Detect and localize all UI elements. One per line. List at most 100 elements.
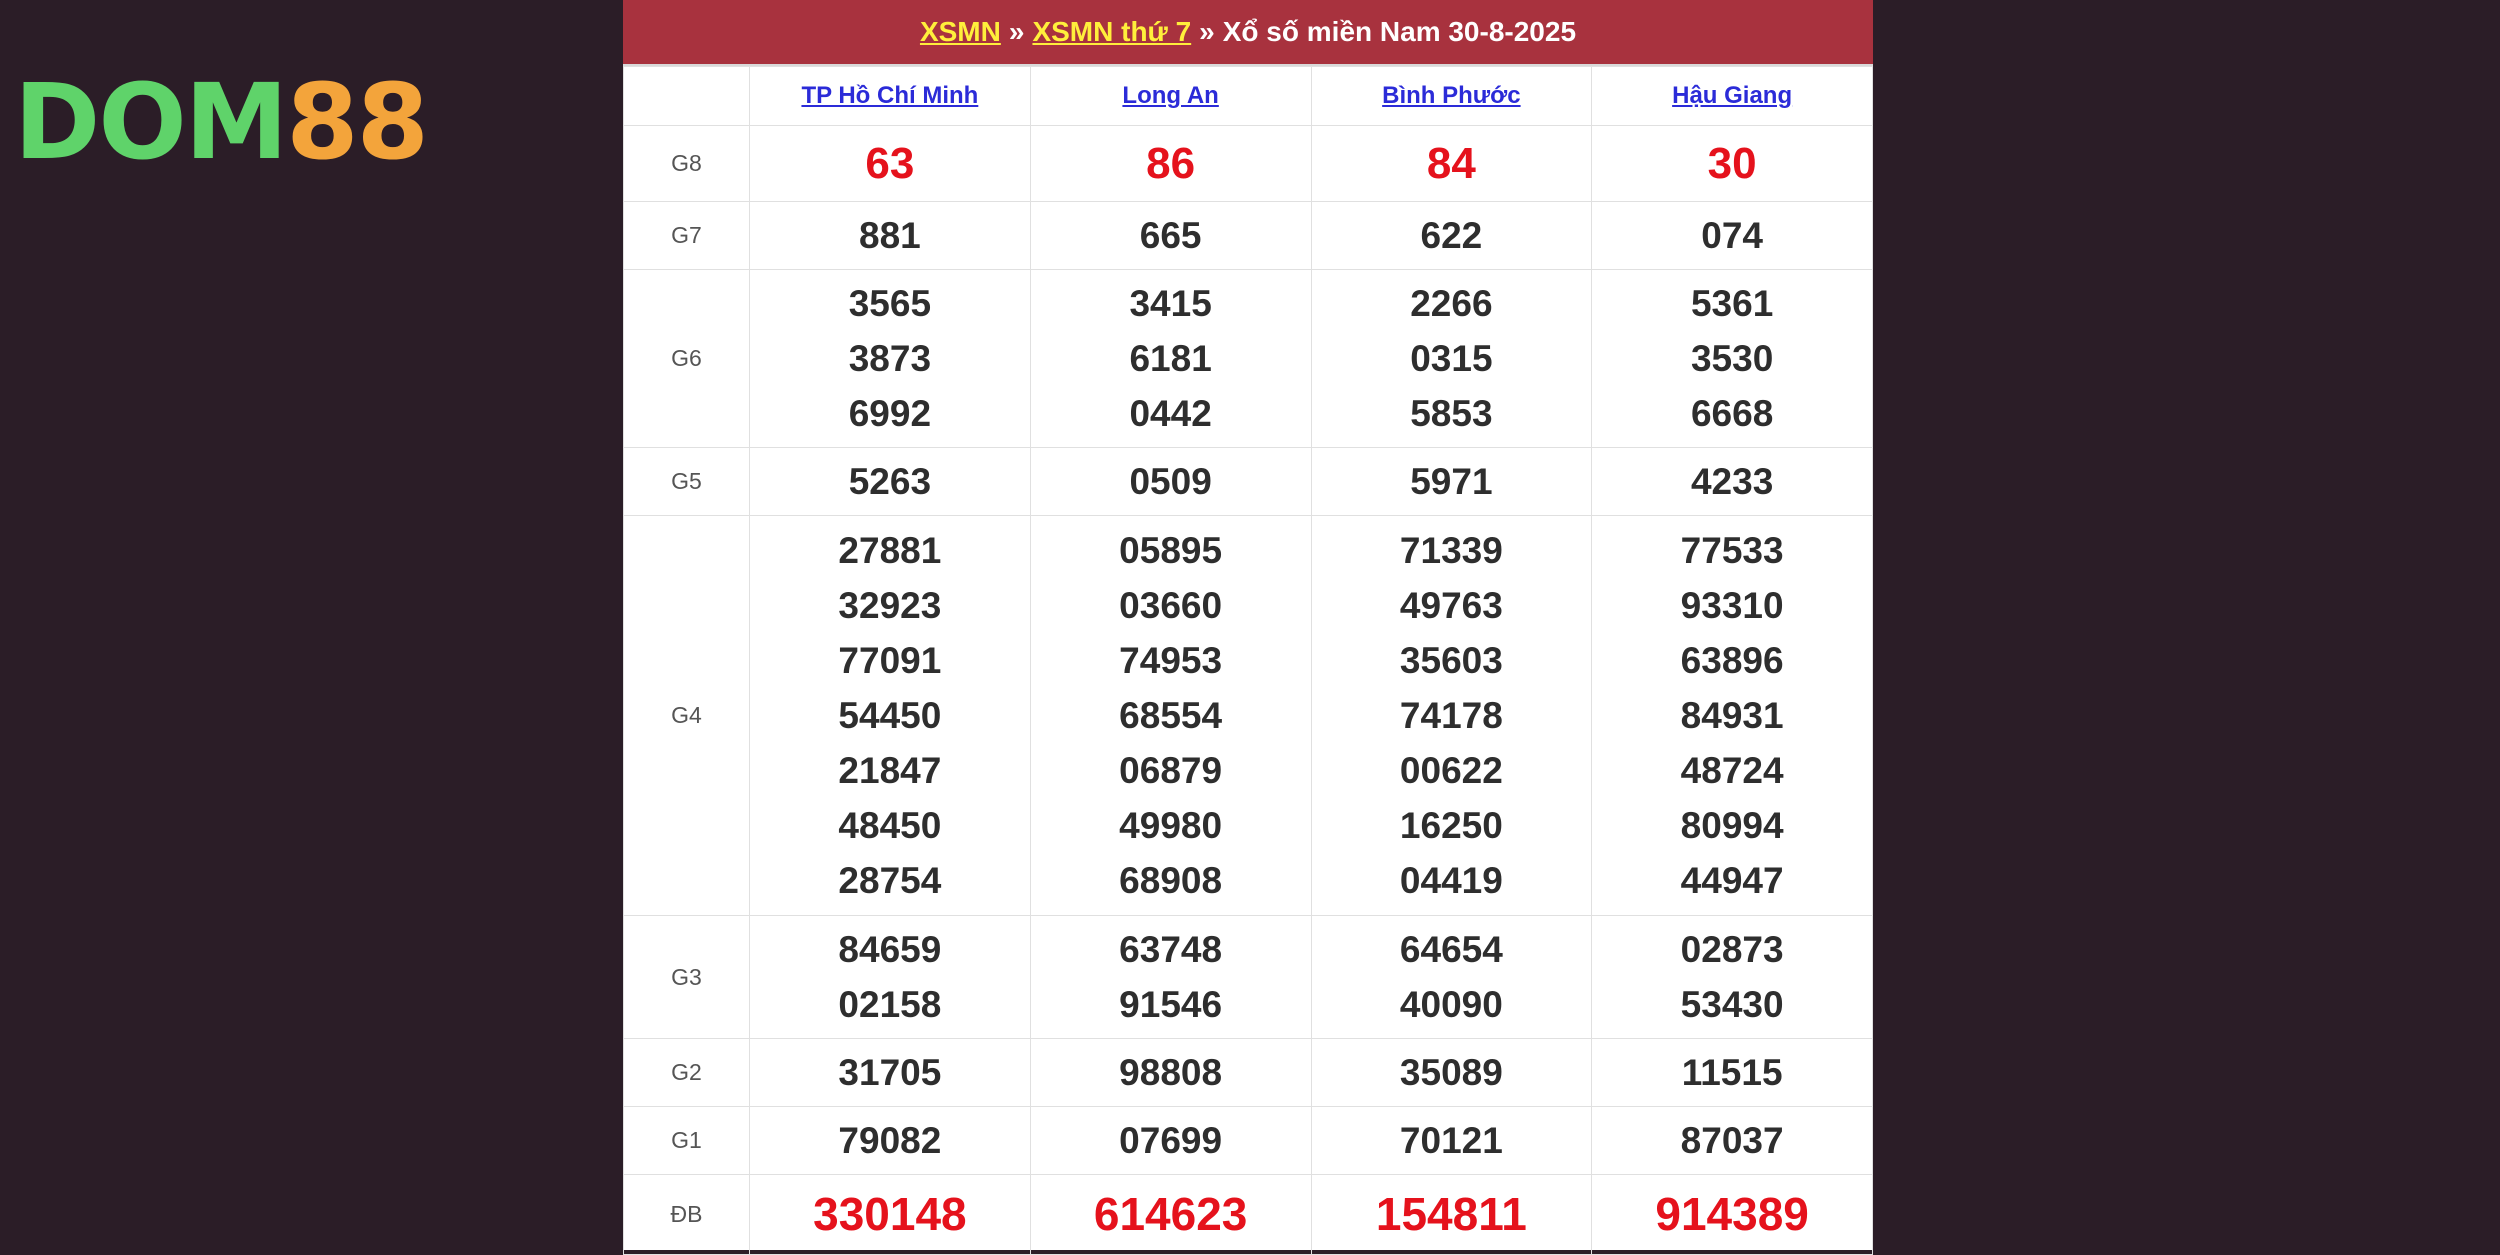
prize-number: 31705 [838, 1052, 942, 1093]
results-header: XSMN » XSMN thứ 7 » Xổ số miền Nam 30-8-… [623, 0, 1873, 66]
prize-number: 91546 [1119, 984, 1223, 1025]
prize-number: 074 [1701, 215, 1763, 256]
prize-cell: 63748 91546 [1029, 915, 1312, 1039]
prize-number: 00622 [1399, 750, 1503, 791]
prize-number: 4233 [1690, 461, 1774, 502]
prize-number: 68554 [1119, 695, 1223, 736]
prize-number: 5971 [1410, 461, 1493, 502]
prize-number: 0442 [1129, 393, 1212, 434]
xsmn-link[interactable]: XSMN [920, 16, 1001, 48]
prize-number: 881 [859, 215, 921, 256]
prize-label: G8 [623, 125, 750, 202]
prize-cell: 3565 3873 6992 [749, 269, 1031, 448]
prize-number: 79082 [838, 1120, 942, 1161]
prize-number: 53430 [1680, 984, 1784, 1025]
prize-row-g8: G8 63 86 84 30 [623, 125, 1873, 202]
prize-number: 63 [865, 139, 915, 188]
prize-number: 3415 [1129, 283, 1212, 324]
province-link-binh-phuoc[interactable]: Bình Phước [1382, 82, 1520, 109]
prize-number: 0509 [1129, 461, 1212, 502]
prize-number: 84931 [1680, 695, 1784, 736]
breadcrumb-separator: » [1008, 16, 1025, 47]
prize-number: 06879 [1119, 750, 1223, 791]
prize-number: 5853 [1410, 393, 1493, 434]
prize-number: 84659 [838, 929, 942, 970]
prize-cell: 881 [749, 201, 1031, 270]
prize-number: 04419 [1399, 860, 1503, 901]
prize-cell: 622 [1310, 201, 1593, 270]
prize-number: 330148 [813, 1188, 967, 1240]
prize-number: 49980 [1119, 805, 1223, 846]
prize-number: 05895 [1119, 530, 1223, 571]
prize-label: ĐB [623, 1174, 750, 1255]
prize-number: 27881 [838, 530, 942, 571]
prize-cell: 5971 [1310, 447, 1593, 516]
prize-cell: 98808 [1029, 1038, 1312, 1107]
province-link-hau-giang[interactable]: Hậu Giang [1672, 82, 1792, 109]
prize-cell: 614623 [1029, 1174, 1312, 1255]
prize-cell: 79082 [749, 1106, 1031, 1175]
prize-number: 28754 [838, 860, 942, 901]
prize-label: G5 [623, 447, 750, 516]
prize-cell: 63 [749, 125, 1031, 202]
prize-number: 614623 [1093, 1188, 1248, 1240]
prize-number: 70121 [1399, 1120, 1503, 1161]
prize-number: 77533 [1680, 530, 1784, 571]
prize-number: 80994 [1680, 805, 1784, 846]
results-table: TP Hồ Chí Minh Long An Bình Phước Hậu Gi… [623, 66, 1873, 1255]
prize-cell: 05895 03660 74953 68554 06879 49980 68908 [1029, 515, 1312, 916]
prize-number: 02158 [838, 984, 942, 1025]
prize-number: 07699 [1119, 1120, 1223, 1161]
province-header: TP Hồ Chí Minh [749, 66, 1031, 126]
prize-number: 71339 [1399, 530, 1503, 571]
prize-number: 49763 [1399, 585, 1503, 626]
prize-number: 98808 [1119, 1052, 1223, 1093]
prize-label: G3 [623, 915, 750, 1039]
xsmn-thu7-link[interactable]: XSMN thứ 7 [1032, 16, 1191, 48]
prize-number: 63748 [1119, 929, 1223, 970]
province-link-tp-ho-chi-minh[interactable]: TP Hồ Chí Minh [801, 82, 978, 109]
dom88-logo: DOM88 [14, 70, 429, 174]
prize-cell: 02873 53430 [1591, 915, 1873, 1039]
prize-cell: 5361 3530 6668 [1591, 269, 1873, 448]
prize-row-g1: G1 79082 07699 70121 87037 [623, 1106, 1873, 1175]
prize-number: 02873 [1680, 929, 1784, 970]
prize-cell: 87037 [1591, 1106, 1873, 1175]
prize-cell: 665 [1029, 201, 1312, 270]
prize-label: G2 [623, 1038, 750, 1107]
prize-number: 35089 [1399, 1052, 1503, 1093]
prize-cell: 5263 [749, 447, 1031, 516]
prize-cell: 84 [1310, 125, 1593, 202]
prize-row-g5: G5 5263 0509 5971 4233 [623, 447, 1873, 516]
prize-number: 84 [1426, 139, 1476, 188]
prize-number: 6992 [848, 393, 932, 434]
prize-cell: 71339 49763 35603 74178 00622 16250 04419 [1310, 515, 1593, 916]
prize-number: 3530 [1690, 338, 1774, 379]
prize-cell: 914389 [1591, 1174, 1873, 1255]
breadcrumb-separator: » [1199, 16, 1215, 47]
logo-text-dom: DOM [14, 61, 288, 183]
prize-number: 74178 [1399, 695, 1503, 736]
prize-cell: 30 [1591, 125, 1873, 202]
prize-number: 40090 [1399, 984, 1503, 1025]
prize-cell: 70121 [1310, 1106, 1593, 1175]
prize-number: 3565 [848, 283, 932, 324]
prize-number: 87037 [1680, 1120, 1784, 1161]
prize-cell: 35089 [1310, 1038, 1593, 1107]
logo-text-88: 88 [286, 61, 429, 183]
prize-number: 11515 [1681, 1052, 1783, 1093]
prize-number: 154811 [1375, 1188, 1527, 1240]
prize-number: 86 [1146, 139, 1196, 188]
prize-cell: 0509 [1029, 447, 1312, 516]
prize-number: 35603 [1399, 640, 1503, 681]
prize-number: 03660 [1119, 585, 1223, 626]
prize-number: 93310 [1680, 585, 1784, 626]
prize-cell: 2266 0315 5853 [1310, 269, 1593, 448]
prize-number: 3873 [848, 338, 932, 379]
prize-label: G1 [623, 1106, 750, 1175]
province-link-long-an[interactable]: Long An [1122, 82, 1218, 109]
prize-cell: 84659 02158 [749, 915, 1031, 1039]
prize-number: 16250 [1399, 805, 1503, 846]
province-header-row: TP Hồ Chí Minh Long An Bình Phước Hậu Gi… [623, 66, 1873, 126]
prize-label: G7 [623, 201, 750, 270]
